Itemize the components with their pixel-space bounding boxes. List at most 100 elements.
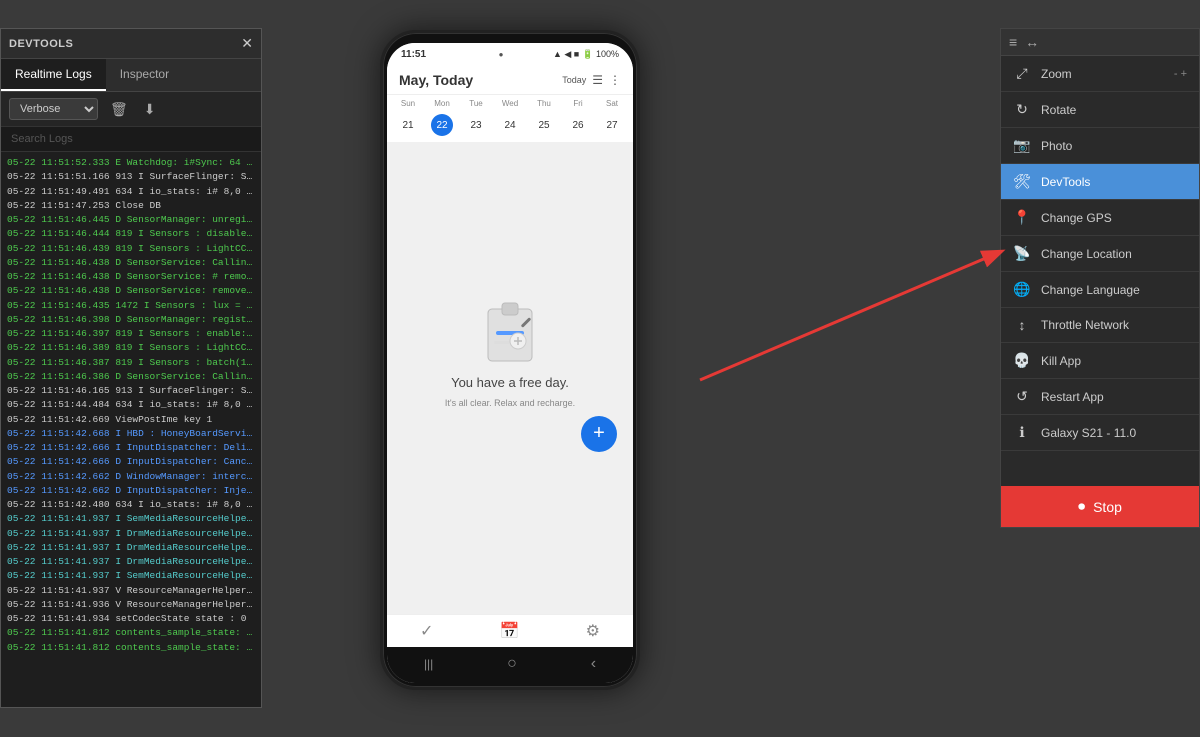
panel-menu-icon[interactable]: ≡ bbox=[1009, 34, 1017, 50]
nav-recents[interactable]: ‹ bbox=[591, 655, 596, 673]
right-panel: ≡ ↔ ⤢Zoom- +↻Rotate📷Photo🛠DevTools📍Chang… bbox=[1000, 28, 1200, 528]
bottom-tab-calendar[interactable]: 📅 bbox=[500, 621, 520, 641]
devtools-header: DEVTOOLS ✕ bbox=[1, 29, 261, 59]
panel-header-icons: ≡ ↔ bbox=[1009, 34, 1039, 50]
log-line: 05-22 11:51:46.386 D SensorService: Call… bbox=[7, 370, 255, 384]
photo-label: Photo bbox=[1041, 139, 1072, 153]
log-line: 05-22 11:51:42.669 ViewPostIme key 1 bbox=[7, 413, 255, 427]
calendar-title: May, Today bbox=[399, 72, 473, 88]
device-info-label: Galaxy S21 - 11.0 bbox=[1041, 426, 1136, 440]
phone-body: 11:51 ● ▲ ◀ ■ 🔋 100% May, Today Today ☰ … bbox=[380, 30, 640, 690]
log-line: 05-22 11:51:41.937 I DrmMediaResourceHel… bbox=[7, 527, 255, 541]
bottom-tab-settings[interactable]: ⚙ bbox=[586, 621, 600, 641]
status-icons: ▲ ◀ ■ 🔋 100% bbox=[553, 49, 619, 60]
devtools-toolbar: Verbose Debug Info Warning Error 🗑 ⬇ bbox=[1, 92, 261, 127]
log-line: 05-22 11:51:42.668 I HBD : HoneyBoardSer… bbox=[7, 427, 255, 441]
download-logs-button[interactable]: ⬇ bbox=[140, 99, 160, 120]
free-day-sub: It's all clear. Relax and recharge. bbox=[445, 398, 575, 408]
fab-button[interactable]: + bbox=[581, 416, 617, 452]
bottom-tab-check[interactable]: ✓ bbox=[420, 621, 433, 641]
panel-item-device-info[interactable]: ℹ Galaxy S21 - 11.0 bbox=[1001, 415, 1199, 451]
clear-logs-button[interactable]: 🗑 bbox=[106, 99, 132, 120]
log-line: 05-22 11:51:41.937 V ResourceManagerHelp… bbox=[7, 584, 255, 598]
date-cell[interactable]: 22 bbox=[431, 114, 453, 136]
date-cell[interactable]: 26 bbox=[561, 114, 595, 136]
log-content[interactable]: 05-22 11:51:52.333 E Watchdog: i#Sync: 6… bbox=[1, 152, 261, 707]
log-level-select[interactable]: Verbose Debug Info Warning Error bbox=[9, 98, 98, 120]
panel-item-devtools[interactable]: 🛠 DevTools bbox=[1001, 164, 1199, 200]
panel-item-kill-app[interactable]: 💀Kill App bbox=[1001, 343, 1199, 379]
change-location-label: Change Location bbox=[1041, 247, 1132, 261]
log-line: 05-22 11:51:52.333 E Watchdog: i#Sync: 6… bbox=[7, 156, 255, 170]
log-line: 05-22 11:51:46.435 1472 I Sensors : lux … bbox=[7, 299, 255, 313]
calendar-menu-icon[interactable]: ☰ bbox=[592, 73, 603, 87]
calendar-dates: 21 22 2324252627 bbox=[387, 112, 633, 142]
nav-back[interactable]: ||| bbox=[424, 657, 433, 671]
log-line: 05-22 11:51:46.445 D SensorManager: unre… bbox=[7, 213, 255, 227]
camera-dot: ● bbox=[499, 50, 505, 59]
change-language-label: Change Language bbox=[1041, 283, 1140, 297]
devtools-label: DevTools bbox=[1041, 175, 1090, 189]
log-line: 05-22 11:51:46.165 913 I SurfaceFlinger:… bbox=[7, 384, 255, 398]
calendar-header: May, Today Today ☰ ⋮ bbox=[387, 64, 633, 95]
log-line: 05-22 11:51:42.662 D InputDispatcher: In… bbox=[7, 484, 255, 498]
panel-item-throttle-network[interactable]: ↕Throttle Network bbox=[1001, 308, 1199, 343]
date-cell[interactable]: 27 bbox=[595, 114, 629, 136]
zoom-label: Zoom bbox=[1041, 67, 1072, 81]
bottom-tabs: ✓ 📅 ⚙ bbox=[387, 614, 633, 647]
log-line: 05-22 11:51:46.387 819 I Sensors : batch… bbox=[7, 356, 255, 370]
phone-nav-bar: ||| ○ ‹ bbox=[387, 647, 633, 683]
devtools-panel: DEVTOOLS ✕ Realtime Logs Inspector Verbo… bbox=[0, 28, 262, 708]
free-day-text: You have a free day. bbox=[451, 375, 569, 390]
panel-menu-items: ⤢Zoom- +↻Rotate📷Photo 🛠 DevTools 📍Change GP… bbox=[1001, 56, 1199, 486]
date-cell[interactable]: 24 bbox=[493, 114, 527, 136]
today-button[interactable]: Today bbox=[562, 75, 586, 85]
date-cell[interactable]: 21 bbox=[391, 114, 425, 136]
phone-status-bar: 11:51 ● ▲ ◀ ■ 🔋 100% bbox=[387, 43, 633, 64]
day-label: Sun bbox=[391, 97, 425, 110]
panel-item-restart-app[interactable]: ↺Restart App bbox=[1001, 379, 1199, 415]
change-language-icon: 🌐 bbox=[1013, 281, 1031, 298]
search-logs-input[interactable] bbox=[1, 127, 261, 152]
day-label: Mon bbox=[425, 97, 459, 110]
panel-item-rotate[interactable]: ↻Rotate bbox=[1001, 92, 1199, 128]
rotate-icon: ↻ bbox=[1013, 101, 1031, 118]
panel-expand-icon[interactable]: ↔ bbox=[1025, 34, 1039, 50]
log-line: 05-22 11:51:46.439 819 I Sensors : Light… bbox=[7, 242, 255, 256]
calendar-days-header: SunMonTueWedThuFriSat bbox=[387, 95, 633, 112]
devtools-close-button[interactable]: ✕ bbox=[241, 35, 253, 52]
panel-item-change-language[interactable]: 🌐 Change Language bbox=[1001, 272, 1199, 308]
log-line: 05-22 11:51:51.166 913 I SurfaceFlinger:… bbox=[7, 170, 255, 184]
log-line: 05-22 11:51:46.438 D SensorService: Call… bbox=[7, 256, 255, 270]
panel-item-photo[interactable]: 📷Photo bbox=[1001, 128, 1199, 164]
devtools-title: DEVTOOLS bbox=[9, 38, 73, 50]
throttle-network-icon: ↕ bbox=[1013, 317, 1031, 333]
date-cell[interactable]: 25 bbox=[527, 114, 561, 136]
log-line: 05-22 11:51:46.438 D SensorService: # re… bbox=[7, 270, 255, 284]
day-label: Wed bbox=[493, 97, 527, 110]
device-info-icon: ℹ bbox=[1013, 424, 1031, 441]
kill-app-icon: 💀 bbox=[1013, 352, 1031, 369]
stop-label: Stop bbox=[1093, 499, 1122, 515]
calendar-more-icon[interactable]: ⋮ bbox=[609, 73, 621, 87]
nav-home[interactable]: ○ bbox=[507, 655, 517, 673]
log-line: 05-22 11:51:42.666 I InputDispatcher: De… bbox=[7, 441, 255, 455]
log-line: 05-22 11:51:41.812 contents_sample_state… bbox=[7, 641, 255, 655]
panel-item-change-gps[interactable]: 📍Change GPS bbox=[1001, 200, 1199, 236]
phone-screen: 11:51 ● ▲ ◀ ■ 🔋 100% May, Today Today ☰ … bbox=[387, 43, 633, 683]
restart-app-icon: ↺ bbox=[1013, 388, 1031, 405]
panel-item-zoom[interactable]: ⤢Zoom- + bbox=[1001, 56, 1199, 92]
right-panel-header: ≡ ↔ bbox=[1001, 29, 1199, 56]
log-line: 05-22 11:51:41.812 contents_sample_state… bbox=[7, 626, 255, 640]
date-cell[interactable]: 23 bbox=[459, 114, 493, 136]
stop-button[interactable]: ⏺ Stop bbox=[1001, 486, 1199, 527]
clipboard-illustration bbox=[480, 297, 540, 367]
change-location-icon: 📡 bbox=[1013, 245, 1031, 262]
log-line: 05-22 11:51:41.937 I DrmMediaResourceHel… bbox=[7, 541, 255, 555]
change-gps-icon: 📍 bbox=[1013, 209, 1031, 226]
log-line: 05-22 11:51:41.937 I SemMediaResourceHel… bbox=[7, 569, 255, 583]
tab-inspector[interactable]: Inspector bbox=[106, 59, 183, 91]
devtools-icon: 🛠 bbox=[1013, 173, 1031, 190]
panel-item-change-location[interactable]: 📡 Change Location bbox=[1001, 236, 1199, 272]
tab-realtime-logs[interactable]: Realtime Logs bbox=[1, 59, 106, 91]
